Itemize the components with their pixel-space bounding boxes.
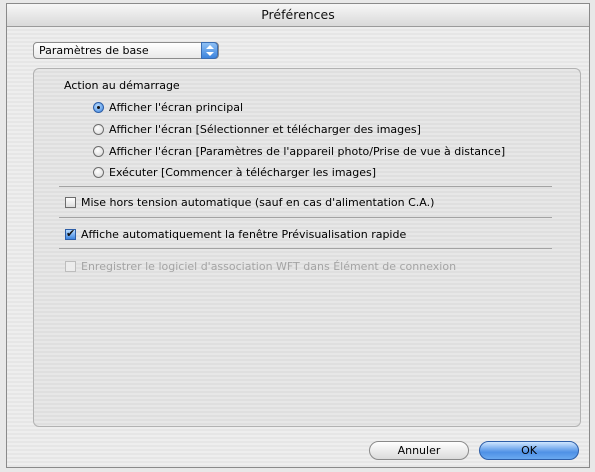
- radio-button[interactable]: [93, 123, 104, 135]
- radio-label: Afficher l'écran [Sélectionner et téléch…: [109, 122, 421, 136]
- checkbox-label: Enregistrer le logiciel d'association WF…: [81, 259, 457, 273]
- checkbox-wft-register: Enregistrer le logiciel d'association WF…: [65, 258, 456, 274]
- checkbox-disabled: [65, 260, 76, 272]
- divider: [59, 217, 552, 218]
- radio-label: Exécuter [Commencer à télécharger les im…: [109, 165, 377, 179]
- radio-label: Afficher l'écran principal: [109, 100, 244, 114]
- radio-start-download[interactable]: Exécuter [Commencer à télécharger les im…: [93, 164, 376, 180]
- divider: [59, 186, 552, 187]
- popup-arrows-icon: [201, 42, 218, 59]
- checkbox-label: Affiche automatiquement la fenêtre Prévi…: [81, 227, 407, 241]
- preferences-category-popup[interactable]: Paramètres de base: [33, 42, 219, 59]
- radio-show-main-screen[interactable]: Afficher l'écran principal: [93, 99, 243, 115]
- popup-selected-value: Paramètres de base: [39, 44, 149, 57]
- checkbox[interactable]: [65, 196, 76, 208]
- radio-button[interactable]: [93, 145, 104, 157]
- checkbox-quick-preview[interactable]: Affiche automatiquement la fenêtre Prévi…: [65, 226, 406, 242]
- checkbox-label: Mise hors tension automatique (sauf en c…: [81, 195, 435, 209]
- checkbox-auto-power-off[interactable]: Mise hors tension automatique (sauf en c…: [65, 194, 434, 210]
- radio-show-camera-settings[interactable]: Afficher l'écran [Paramètres de l'appare…: [93, 143, 505, 159]
- window-title: Préférences: [7, 4, 589, 27]
- startup-action-label: Action au démarrage: [64, 79, 180, 92]
- checkbox-checked[interactable]: [65, 227, 76, 240]
- ok-button[interactable]: OK: [479, 441, 579, 460]
- cancel-button[interactable]: Annuler: [369, 441, 469, 460]
- radio-show-select-download[interactable]: Afficher l'écran [Sélectionner et téléch…: [93, 121, 421, 137]
- radio-label: Afficher l'écran [Paramètres de l'appare…: [109, 144, 506, 158]
- divider: [59, 248, 552, 249]
- radio-button-selected[interactable]: [93, 101, 104, 113]
- radio-button[interactable]: [93, 166, 104, 178]
